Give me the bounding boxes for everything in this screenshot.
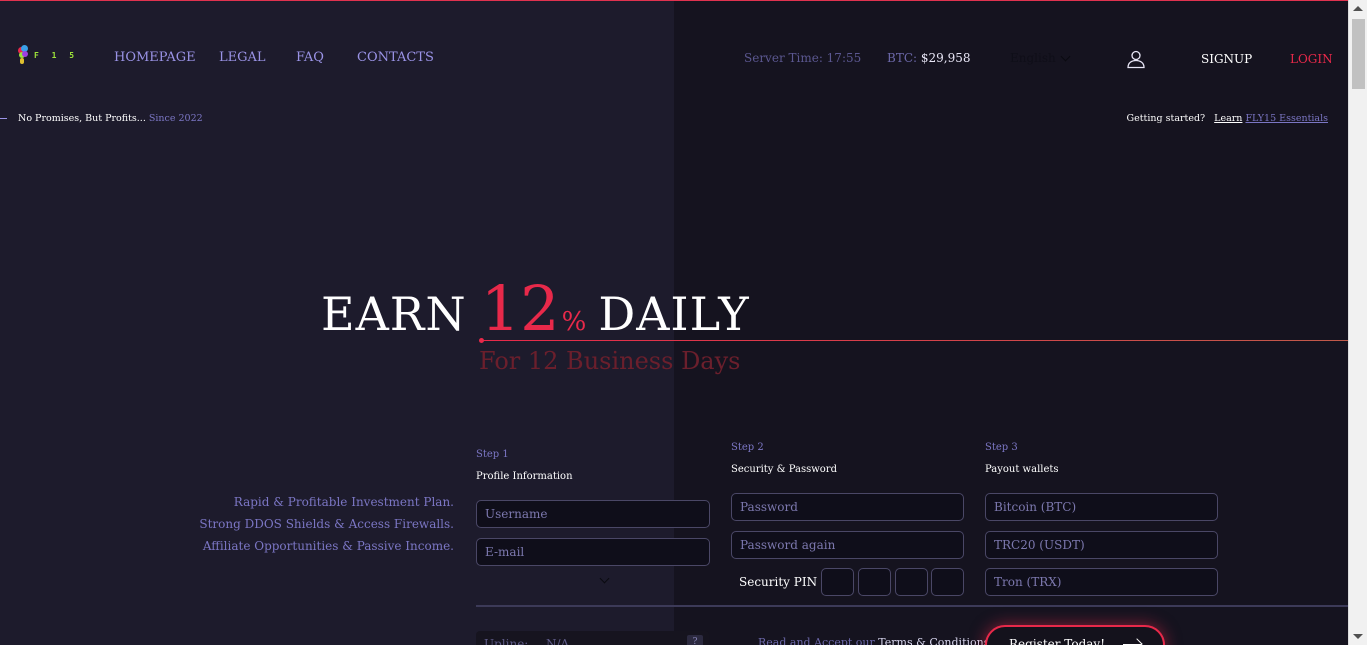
terms-prefix: Read and Accept our [758, 636, 875, 645]
language-select[interactable]: English [1010, 51, 1071, 65]
hero-divider [482, 340, 1348, 341]
security-pin-label: Security PIN [739, 575, 818, 589]
usdt-wallet-input[interactable] [985, 531, 1218, 559]
language-value: English [1010, 51, 1056, 65]
getting-started: Getting started? Learn FLY15 Essentials [1127, 113, 1328, 124]
since-text: Since 2022 [148, 113, 203, 124]
bitcoin-wallet-input[interactable] [985, 493, 1218, 521]
nav-faq[interactable]: FAQ [296, 50, 324, 65]
hero-earn: EARN [321, 287, 467, 341]
nav-homepage[interactable]: HOMEPAGE [114, 50, 196, 65]
tagline-text: No Promises, But Profits... [18, 113, 146, 124]
step-2-title: Security & Password [731, 464, 837, 475]
hero-rate: 12 [480, 272, 560, 345]
pin-digit-input[interactable] [931, 568, 964, 596]
login-link[interactable]: LOGIN [1290, 52, 1333, 66]
step-2-label: Step 2 [731, 442, 764, 453]
step-1-title: Profile Information [476, 471, 573, 482]
feature-item: Strong DDOS Shields & Access Firewalls. [199, 517, 454, 531]
signup-link[interactable]: SIGNUP [1201, 52, 1252, 66]
hero-divider-dot [479, 338, 484, 343]
hero-heading: EARN 12 % DAILY [321, 272, 750, 345]
pin-digit-input[interactable] [895, 568, 928, 596]
hero-subtitle: For 12 Business Days [479, 347, 741, 375]
tron-wallet-input[interactable] [985, 568, 1218, 596]
nav-contacts[interactable]: CONTACTS [357, 50, 434, 65]
btc-label: BTC: [887, 51, 918, 65]
pin-digit-input[interactable] [858, 568, 891, 596]
top-accent-line [0, 0, 1348, 1]
tagline: No Promises, But Profits... Since 2022 [18, 113, 203, 124]
step-3-label: Step 3 [985, 442, 1018, 453]
learn-link[interactable]: Learn [1214, 113, 1242, 124]
password-input[interactable] [731, 493, 964, 521]
pin-digit-input[interactable] [821, 568, 854, 596]
hero-percent: % [561, 307, 587, 337]
feature-list: Rapid & Profitable Investment Plan. Stro… [199, 491, 454, 557]
upline-value: N/A [546, 637, 570, 645]
nav-legal[interactable]: LEGAL [219, 50, 266, 65]
logo-mark-icon [18, 45, 28, 65]
essentials-link[interactable]: FLY15 Essentials [1245, 113, 1328, 124]
btc-value: $29,958 [920, 51, 971, 65]
upline-field: Upline: N/A ? [476, 631, 709, 645]
terms-consent[interactable]: Read and Accept our Terms & Conditions [758, 636, 989, 645]
page-scrollbar[interactable] [1348, 0, 1367, 645]
scroll-down-icon[interactable] [1353, 634, 1363, 639]
help-icon[interactable]: ? [687, 635, 703, 645]
tagline-dash [0, 118, 7, 119]
logo-text: F 1 5 [34, 50, 79, 60]
upline-label: Upline: [484, 637, 529, 645]
password-again-input[interactable] [731, 531, 964, 559]
chevron-down-icon [1060, 51, 1071, 61]
feature-item: Rapid & Profitable Investment Plan. [233, 495, 454, 509]
step-3-title: Payout wallets [985, 464, 1059, 475]
scrollbar-thumb[interactable] [1352, 19, 1365, 89]
step-1-label: Step 1 [476, 449, 509, 460]
hero-daily: DAILY [598, 287, 750, 341]
getting-started-text: Getting started? [1126, 113, 1206, 124]
username-input[interactable] [476, 500, 710, 528]
email-input[interactable] [476, 538, 710, 566]
form-divider [476, 605, 1348, 607]
user-icon[interactable] [1126, 49, 1146, 69]
register-button[interactable]: Register Today! [985, 625, 1165, 645]
register-label: Register Today! [1009, 637, 1106, 645]
btc-price: BTC: $29,958 [887, 51, 971, 65]
server-time: Server Time: 17:55 [744, 51, 862, 65]
feature-item: Affiliate Opportunities & Passive Income… [202, 539, 454, 553]
terms-link[interactable]: Terms & Conditions [878, 636, 989, 645]
scroll-up-icon[interactable] [1353, 6, 1363, 11]
site-logo[interactable]: F 1 5 [18, 45, 78, 65]
